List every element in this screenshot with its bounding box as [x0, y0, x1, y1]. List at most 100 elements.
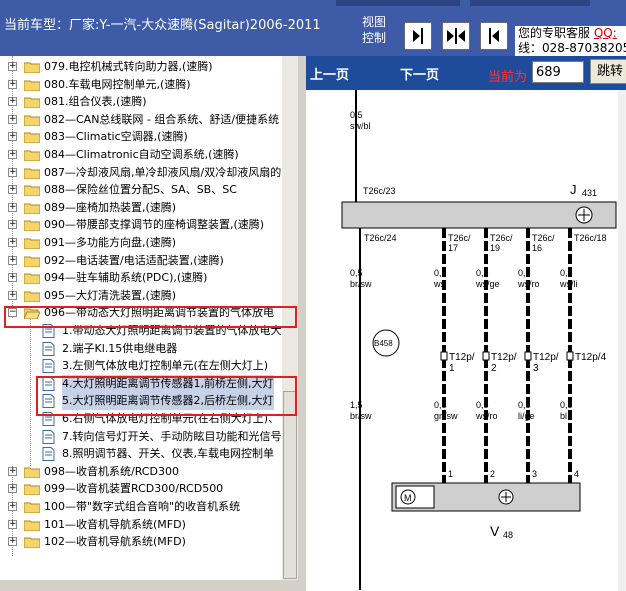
- expand-toggle-icon[interactable]: +: [8, 202, 17, 212]
- collapse-toggle-icon[interactable]: −: [8, 308, 17, 318]
- folder-icon: [24, 467, 40, 478]
- tree-folder-item[interactable]: +083—Climatic空调器,(速腾): [0, 128, 282, 146]
- pin-number: 1: [448, 469, 453, 479]
- wire-label: 0,5 ws/ro: [517, 268, 540, 289]
- tree-item-label: 084—Climatronic自动空调系统,(速腾): [44, 148, 239, 161]
- tree-folder-item[interactable]: +102—收音机导航系统(MFD): [0, 533, 282, 551]
- tree-item-label: 100—带"数字式组合音响"的收音机系统: [44, 500, 241, 513]
- expand-toggle-icon[interactable]: +: [8, 273, 17, 283]
- connector-label: T26c/16: [532, 233, 555, 253]
- v48-label: V: [490, 523, 500, 539]
- expand-toggle-icon[interactable]: +: [8, 290, 17, 300]
- tree-folder-item[interactable]: +084—Climatronic自动空调系统,(速腾): [0, 146, 282, 164]
- jump-button[interactable]: 跳转: [590, 59, 626, 84]
- viewer-scrollbar[interactable]: [618, 90, 626, 591]
- v48-label-sub: 48: [503, 530, 513, 540]
- tree-child-item[interactable]: 7.转向信号灯开关、手动防眩目功能和光信号: [0, 428, 282, 446]
- tree-folder-item[interactable]: +079.电控机械式转向助力器,(速腾): [0, 58, 282, 76]
- tree-child-item[interactable]: 4.大灯照明距离调节传感器1,前桥左侧,大灯: [0, 374, 282, 393]
- prev-page-link[interactable]: 上一页: [310, 64, 349, 83]
- expand-toggle-icon[interactable]: +: [8, 537, 17, 547]
- document-icon: [42, 359, 55, 374]
- folder-icon: [24, 80, 40, 91]
- tree-folder-item[interactable]: +080.车载电网控制单元,(速腾): [0, 76, 282, 94]
- arrow-right-bar-icon: [413, 28, 423, 44]
- b458-label: B458: [374, 339, 393, 348]
- document-icon: [42, 394, 55, 409]
- expand-toggle-icon[interactable]: +: [8, 238, 17, 247]
- expand-toggle-icon[interactable]: +: [8, 220, 17, 230]
- splitter[interactable]: [298, 56, 306, 591]
- folder-icon: [24, 168, 40, 179]
- expand-toggle-icon[interactable]: +: [8, 167, 17, 177]
- tree-folder-item[interactable]: +099—收音机装置RCD300/RCD500: [0, 480, 282, 498]
- tree-folder-item[interactable]: +087—冷却液风扇,单冷却液风扇/双冷却液风扇的: [0, 164, 282, 182]
- page-nav-bar: 上一页 下一页 当前为 跳转: [306, 56, 626, 90]
- tree-bottom-strip: [0, 580, 298, 591]
- folder-icon: [24, 502, 40, 513]
- document-icon: [42, 429, 55, 444]
- tree-folder-item[interactable]: +081.组合仪表,(速腾): [0, 93, 282, 111]
- wire-label: 0,5 gn/sw: [434, 400, 458, 421]
- tree-folder-item[interactable]: +089—座椅加热装置,(速腾): [0, 199, 282, 217]
- fit-width-button[interactable]: [442, 22, 470, 50]
- fit-page-button[interactable]: [404, 22, 432, 50]
- tree-item-label: 1.带动态大灯照明距离调节装置的气体放电大: [62, 324, 282, 337]
- folder-icon: [24, 220, 40, 232]
- expand-toggle-icon[interactable]: +: [8, 97, 17, 107]
- tree-folder-item[interactable]: +092—电话装置/电话适配装置,(速腾): [0, 252, 282, 270]
- tree-item-label: 087—冷却液风扇,单冷却液风扇/双冷却液风扇的: [44, 165, 282, 179]
- folder-icon: [24, 273, 40, 285]
- tree-folder-item[interactable]: +088—保险丝位置分配S、SA、SB、SC: [0, 181, 282, 199]
- wire-label: 1,5 br/sw: [350, 400, 372, 421]
- tree-item-label: 081.组合仪表,(速腾): [44, 95, 147, 109]
- next-page-link[interactable]: 下一页: [400, 64, 439, 83]
- tree-child-item[interactable]: 3.左侧气体放电灯控制单元(在左侧大灯上): [0, 357, 282, 375]
- tree-child-item[interactable]: 2.端子Kl.15供电继电器: [0, 340, 282, 358]
- actual-size-button[interactable]: [480, 22, 508, 50]
- expand-toggle-icon[interactable]: +: [8, 466, 17, 476]
- folder-icon: [24, 291, 40, 302]
- tree-folder-item[interactable]: +082—CAN总线联网 - 组合系统、舒适/便捷系统: [0, 111, 282, 129]
- tree-child-item[interactable]: 6.右侧气体放电灯控制单元(在右侧大灯上)、: [0, 410, 282, 428]
- expand-toggle-icon[interactable]: +: [8, 185, 17, 195]
- tree-item-label: 2.端子Kl.15供电继电器: [62, 341, 178, 355]
- tree-folder-item[interactable]: +095—大灯清洗装置,(速腾): [0, 287, 282, 305]
- tree-item-label: 083—Climatic空调器,(速腾): [44, 130, 188, 144]
- tree-child-item[interactable]: 8.照明调节器、开关、仪表,车载电网控制单: [0, 445, 282, 463]
- expand-toggle-icon[interactable]: +: [8, 150, 17, 159]
- tree-folder-item[interactable]: − 096—带动态大灯照明距离调节装置的气体放电: [0, 304, 282, 322]
- tree-child-item[interactable]: 5.大灯照明距离调节传感器2,后桥左侧,大灯: [0, 392, 282, 411]
- expand-toggle-icon[interactable]: +: [8, 484, 17, 494]
- expand-toggle-icon[interactable]: +: [8, 114, 17, 124]
- contact-qq-link[interactable]: QQ:: [594, 26, 617, 40]
- connector-label: T26c/18: [574, 233, 607, 243]
- t12p-connector-label: T12p/2: [491, 352, 517, 374]
- tree-item-label: 089—座椅加热装置,(速腾): [44, 200, 177, 214]
- tree-folder-item[interactable]: +091—多功能方向盘,(速腾): [0, 234, 282, 252]
- page-number-input[interactable]: [532, 61, 584, 83]
- expand-toggle-icon[interactable]: +: [8, 132, 17, 142]
- tree-scrollbar-thumb[interactable]: [283, 391, 297, 579]
- tree-folder-item[interactable]: +090—带腰部支撑调节的座椅调整装置,(速腾): [0, 216, 282, 234]
- arrow-left-bar-icon: [489, 28, 499, 44]
- folder-icon: [24, 520, 40, 531]
- tree-folder-item[interactable]: +094—驻车辅助系统(PDC),(速腾): [0, 269, 282, 287]
- tree-folder-item[interactable]: +098—收音机系统/RCD300: [0, 463, 282, 481]
- tree-folder-item[interactable]: +101—收音机导航系统(MFD): [0, 516, 282, 534]
- expand-toggle-icon[interactable]: +: [8, 502, 17, 511]
- tree-child-item[interactable]: 1.带动态大灯照明距离调节装置的气体放电大: [0, 322, 282, 340]
- connector-pin-icon: [440, 351, 448, 361]
- expand-toggle-icon[interactable]: +: [8, 519, 17, 529]
- wire-label: 0,5 br/sw: [350, 268, 372, 289]
- folder-icon: [24, 203, 40, 214]
- document-icon: [42, 324, 55, 338]
- expand-toggle-icon[interactable]: +: [8, 62, 17, 71]
- tree-folder-item[interactable]: +100—带"数字式组合音响"的收音机系统: [0, 498, 282, 516]
- expand-toggle-icon[interactable]: +: [8, 79, 17, 89]
- folder-icon: [24, 185, 40, 197]
- expand-toggle-icon[interactable]: +: [8, 255, 17, 265]
- tree-item-label: 8.照明调节器、开关、仪表,车载电网控制单: [62, 447, 274, 461]
- tree-scrollbar[interactable]: [282, 56, 298, 591]
- contact-phone: 线：028-87038205: [518, 41, 626, 55]
